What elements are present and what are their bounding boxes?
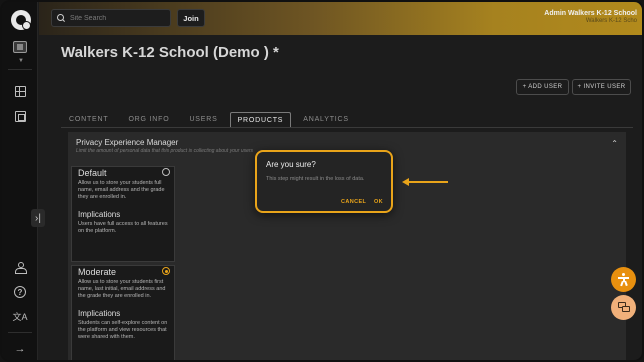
page-title: Walkers K-12 School (Demo ) * — [61, 44, 279, 61]
user-name: Admin Walkers K-12 School — [544, 10, 637, 17]
join-button[interactable]: Join — [177, 9, 205, 27]
language-icon[interactable]: 文A — [12, 308, 28, 324]
logout-icon[interactable]: → — [12, 341, 28, 357]
tab-products[interactable]: PRODUCTS — [229, 112, 292, 127]
privacy-option-default[interactable]: Default Allow us to store your students … — [71, 166, 175, 262]
tab-content[interactable]: CONTENT — [61, 112, 116, 127]
dashboard-grid-icon[interactable] — [12, 83, 28, 99]
option-implications-text: Students can self-explore content on the… — [78, 320, 168, 340]
user-icon[interactable] — [12, 259, 28, 275]
chat-button[interactable] — [611, 295, 636, 320]
panel-title: Privacy Experience Manager — [76, 138, 179, 147]
invite-user-button[interactable]: + INVITE USER — [572, 79, 631, 95]
org-avatar[interactable] — [13, 41, 27, 53]
radio-moderate[interactable] — [162, 267, 170, 275]
pages-icon[interactable] — [12, 108, 28, 124]
chevron-up-icon[interactable]: ⌃ — [611, 139, 618, 148]
sidebar-divider — [8, 69, 32, 70]
tab-org-info[interactable]: ORG INFO — [120, 112, 177, 127]
privacy-option-moderate[interactable]: Moderate Allow us to store your students… — [71, 265, 175, 360]
tab-analytics[interactable]: ANALYTICS — [295, 112, 357, 127]
add-user-button[interactable]: + ADD USER — [516, 79, 569, 95]
search-input[interactable] — [70, 14, 166, 22]
header-user-info[interactable]: Admin Walkers K-12 School Walkers K-12 S… — [544, 10, 637, 24]
cancel-button[interactable]: CANCEL — [341, 199, 366, 205]
tab-users[interactable]: USERS — [181, 112, 225, 127]
left-sidebar: ▼ ? 文A → — [2, 2, 38, 360]
option-title: Moderate — [78, 267, 117, 277]
chat-icon — [617, 302, 630, 313]
site-search[interactable] — [51, 9, 171, 27]
tabs-divider — [61, 127, 633, 128]
chevron-down-icon[interactable]: ▼ — [18, 58, 24, 64]
tab-bar: CONTENT ORG INFO USERS PRODUCTS ANALYTIC… — [61, 112, 357, 127]
dialog-title: Are you sure? — [266, 160, 316, 169]
confirm-dialog: Are you sure? This step might result in … — [255, 150, 393, 213]
radio-default[interactable] — [162, 168, 170, 176]
logo-badge — [22, 21, 31, 30]
annotation-arrow-icon — [402, 178, 448, 186]
user-subtitle: Walkers K-12 Scho — [585, 18, 637, 24]
accessibility-button[interactable] — [611, 267, 636, 292]
option-implications-title: Implications — [78, 309, 121, 318]
option-description: Allow us to store your students first na… — [78, 279, 166, 299]
accessibility-icon — [617, 273, 630, 287]
panel-subtitle: Limit the amount of personal data that t… — [76, 148, 254, 154]
help-icon[interactable]: ? — [12, 284, 28, 300]
dialog-message: This step might result in the loss of da… — [266, 176, 365, 182]
top-header: Join Admin Walkers K-12 School Walkers K… — [39, 2, 642, 35]
option-implications-text: Users have full access to all features o… — [78, 221, 168, 234]
option-description: Allow us to store your students full nam… — [78, 180, 165, 200]
sidebar-expand-icon[interactable]: ›| — [31, 209, 45, 227]
option-title: Default — [78, 168, 107, 178]
sidebar-divider — [8, 332, 32, 333]
app-window: ▼ ? 文A → ›| Join Admin Walkers K-12 Scho… — [0, 0, 644, 362]
search-icon — [57, 14, 65, 22]
option-implications-title: Implications — [78, 210, 121, 219]
ok-button[interactable]: OK — [374, 199, 383, 205]
